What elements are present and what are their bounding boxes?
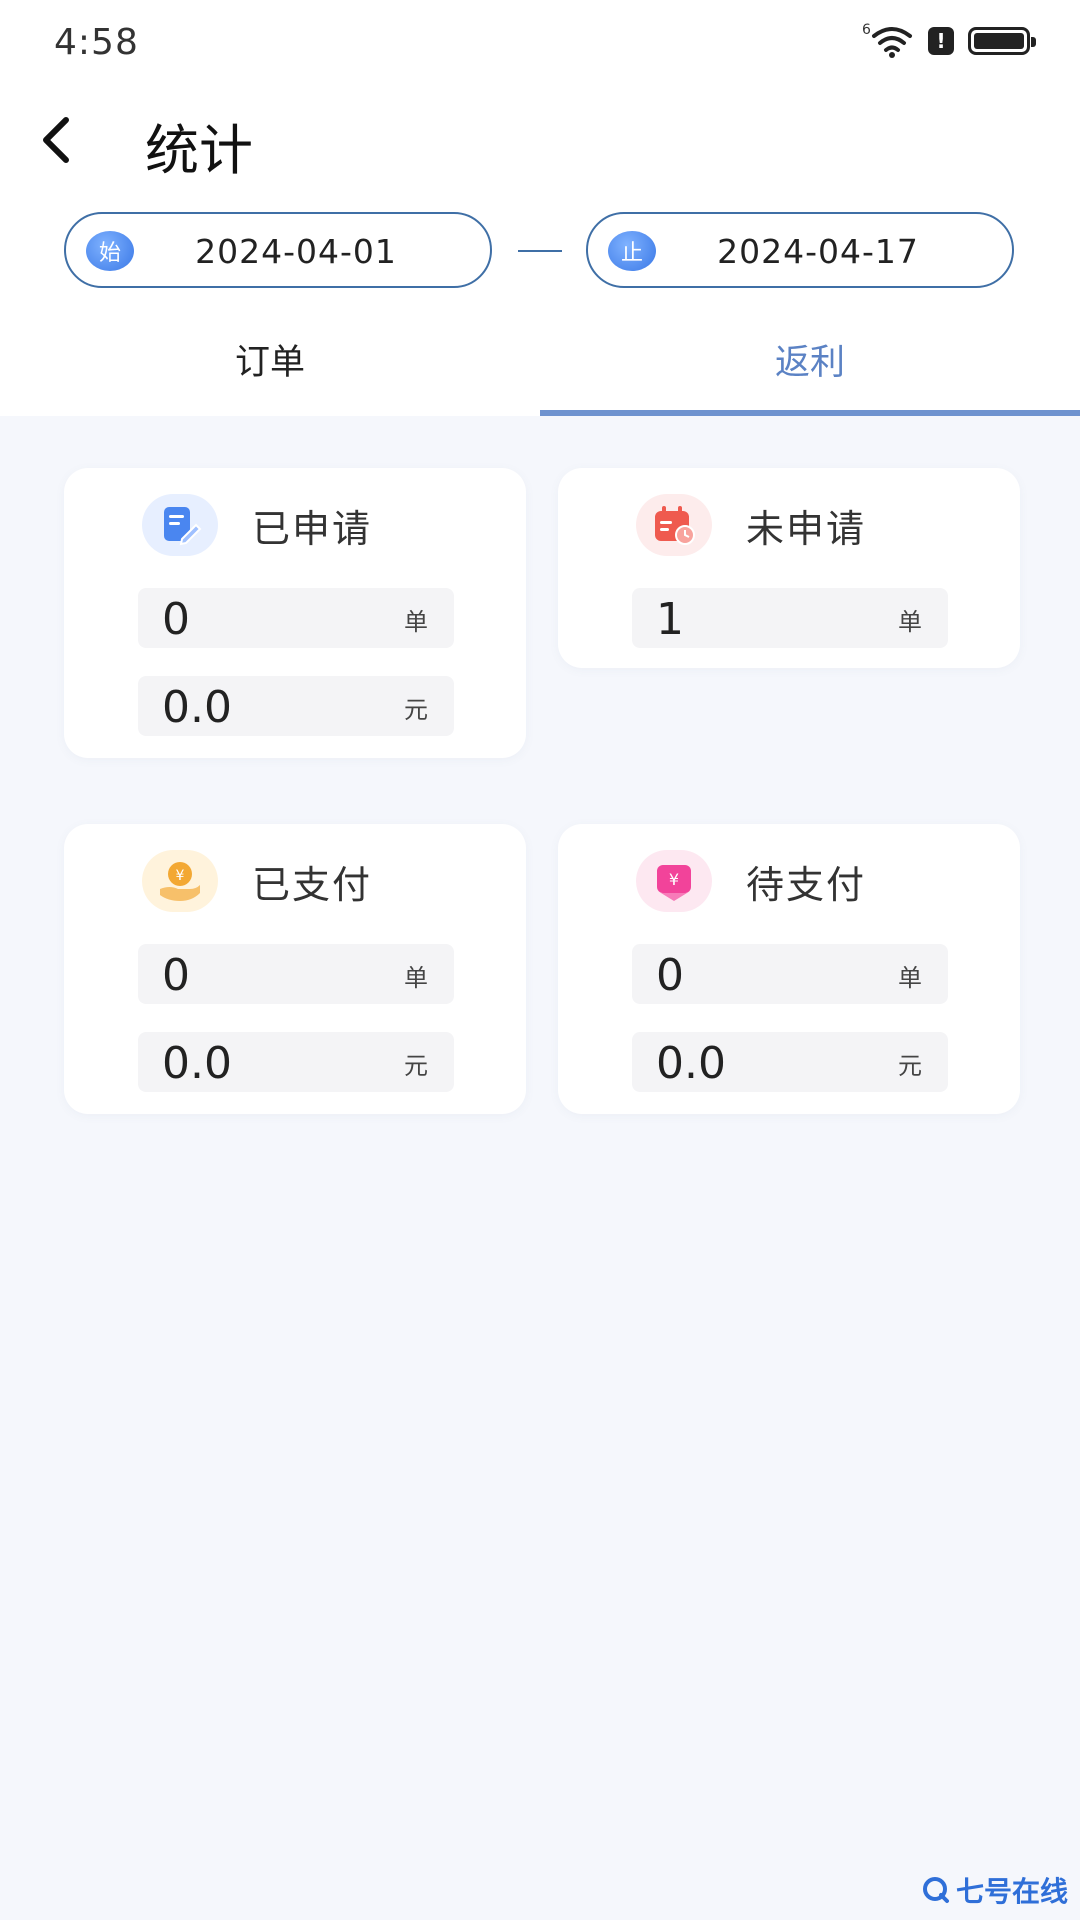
applied-amount-unit: 元 — [404, 696, 428, 724]
applied-card-header: 已申请 — [142, 494, 372, 556]
paid-count: 0 — [162, 950, 190, 1001]
end-date-value: 2024-04-17 — [717, 232, 919, 271]
yuan-bill-icon: ¥ — [636, 850, 712, 912]
watermark-logo-icon — [922, 1877, 949, 1903]
not-applied-title: 未申请 — [746, 506, 867, 551]
watermark: 七号在线 — [922, 1870, 1068, 1910]
watermark-text: 七号在线 — [955, 1875, 1068, 1908]
edit-document-icon — [142, 494, 218, 556]
not-applied-card-header: 未申请 — [636, 494, 866, 556]
applied-card[interactable]: 已申请 0 单 0.0 元 — [64, 468, 526, 758]
pending-title: 待支付 — [746, 862, 867, 907]
page-title: 统计 — [145, 119, 253, 182]
applied-count-row: 0 单 — [138, 588, 454, 648]
pending-card-header: ¥ 待支付 — [636, 850, 866, 912]
pending-count-row: 0 单 — [632, 944, 948, 1004]
back-button[interactable] — [26, 110, 86, 170]
paid-amount: 0.0 — [162, 1038, 232, 1089]
status-time: 4:58 — [54, 22, 139, 63]
pending-count-unit: 单 — [898, 964, 922, 992]
tab-rebate[interactable]: 返利 — [540, 330, 1080, 416]
pending-amount-unit: 元 — [898, 1052, 922, 1080]
pending-count: 0 — [656, 950, 684, 1001]
not-applied-count-row: 1 单 — [632, 588, 948, 648]
svg-text:¥: ¥ — [669, 870, 679, 889]
network-label: 6 — [862, 22, 871, 38]
hand-yuan-icon: ¥ — [142, 850, 218, 912]
not-applied-count-unit: 单 — [898, 608, 922, 636]
tab-bar: 订单 返利 — [0, 330, 1080, 416]
applied-amount-row: 0.0 元 — [138, 676, 454, 736]
battery-icon — [968, 27, 1036, 55]
applied-count: 0 — [162, 594, 190, 645]
end-date-picker[interactable]: 止 2024-04-17 — [586, 212, 1014, 288]
paid-card[interactable]: ¥ 已支付 0 单 0.0 元 — [64, 824, 526, 1114]
paid-count-row: 0 单 — [138, 944, 454, 1004]
status-bar: 4:58 6 ! — [0, 0, 1080, 90]
chevron-left-icon — [43, 117, 69, 163]
date-separator — [518, 250, 562, 252]
paid-amount-unit: 元 — [404, 1052, 428, 1080]
alert-icon: ! — [928, 27, 954, 55]
paid-amount-row: 0.0 元 — [138, 1032, 454, 1092]
paid-title: 已支付 — [252, 862, 373, 907]
applied-count-unit: 单 — [404, 608, 428, 636]
applied-amount: 0.0 — [162, 682, 232, 733]
wifi-icon: 6 — [862, 22, 914, 58]
calendar-clock-icon — [636, 494, 712, 556]
pending-card[interactable]: ¥ 待支付 0 单 0.0 元 — [558, 824, 1020, 1114]
pending-amount-row: 0.0 元 — [632, 1032, 948, 1092]
active-tab-indicator — [540, 410, 1080, 416]
header: 统计 — [0, 100, 1080, 182]
start-date-picker[interactable]: 始 2024-04-01 — [64, 212, 492, 288]
paid-count-unit: 单 — [404, 964, 428, 992]
start-date-value: 2024-04-01 — [195, 232, 397, 271]
not-applied-card[interactable]: 未申请 1 单 — [558, 468, 1020, 668]
svg-text:¥: ¥ — [176, 868, 185, 884]
pending-amount: 0.0 — [656, 1038, 726, 1089]
paid-card-header: ¥ 已支付 — [142, 850, 372, 912]
applied-title: 已申请 — [252, 506, 373, 551]
tab-orders[interactable]: 订单 — [0, 330, 540, 416]
not-applied-count: 1 — [656, 594, 684, 645]
status-icons: 6 ! — [862, 22, 1036, 58]
